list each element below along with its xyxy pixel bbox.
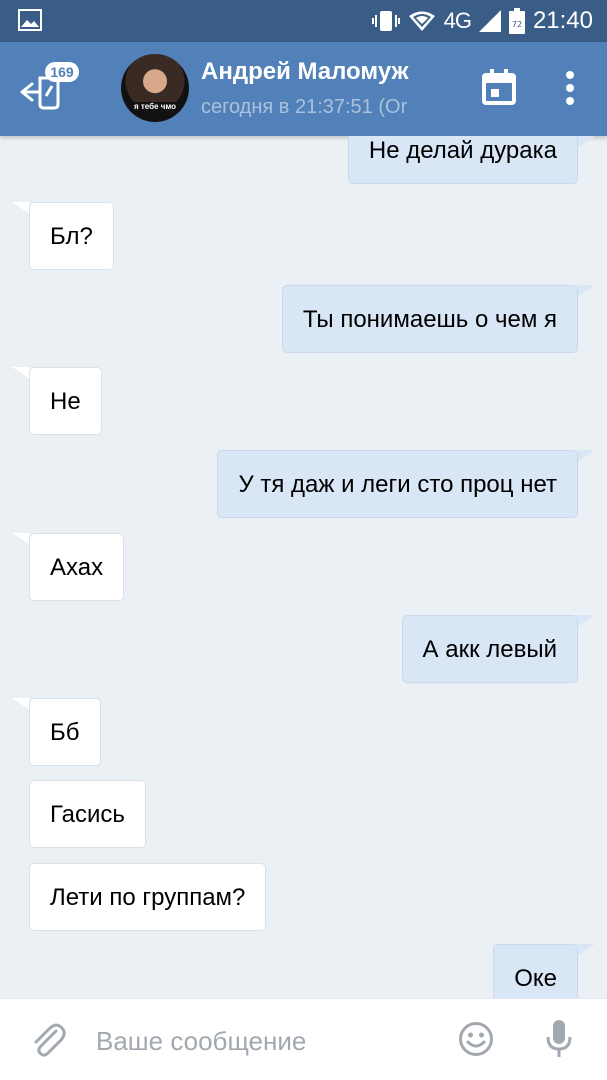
bubble-tail [577, 285, 595, 297]
message-bubble[interactable]: А акк левый [401, 615, 578, 683]
message-bubble[interactable]: Не [29, 367, 102, 435]
bubble-tail [577, 450, 595, 462]
bubble-tail [12, 367, 30, 379]
bubble-tail [577, 615, 595, 627]
message-bubble[interactable]: Ты понимаешь о чем я [281, 285, 578, 353]
message-bubble[interactable]: Не делай дурака [347, 136, 578, 184]
message-list[interactable]: Не делай дурака Бл? Ты понимаешь о чем я… [0, 136, 607, 998]
peer-last-seen: сегодня в 21:37:51 (Or [201, 96, 408, 118]
message-bubble[interactable]: Лети по группам? [29, 863, 267, 931]
unread-badge: 169 [45, 62, 79, 82]
message-bubble[interactable]: Ахах [29, 533, 125, 601]
message-input[interactable] [96, 1021, 436, 1061]
clock: 21:40 [532, 7, 593, 34]
message-bubble[interactable]: Гасись [29, 780, 146, 848]
message-bubble[interactable]: Бб [29, 698, 101, 766]
bubble-tail [577, 944, 595, 956]
battery-icon: 72 [508, 8, 525, 34]
avatar-caption: я тебе чмо [129, 102, 181, 112]
smile-icon[interactable] [458, 1021, 494, 1057]
status-bar: 4G 72 21:40 [0, 0, 607, 42]
message-bubble[interactable]: У тя даж и леги сто проц нет [217, 450, 578, 518]
more-vert-icon[interactable] [558, 70, 582, 106]
bubble-tail [12, 698, 30, 710]
mic-icon[interactable] [546, 1019, 572, 1059]
message-bubble[interactable]: Оке [493, 944, 578, 998]
chat-header: 169 я тебе чмо Андрей Маломуж сегодня в … [0, 42, 607, 136]
avatar[interactable]: я тебе чмо [121, 54, 189, 122]
paperclip-icon[interactable] [30, 1021, 66, 1059]
wifi-icon [408, 11, 435, 31]
back-button[interactable]: 169 [18, 62, 79, 114]
vibrate-icon [371, 11, 400, 31]
peer-name[interactable]: Андрей Маломуж [201, 58, 409, 86]
battery-level: 72 [512, 20, 522, 29]
bubble-tail [12, 533, 30, 545]
network-type: 4G [443, 8, 472, 33]
bubble-tail [12, 202, 30, 214]
message-bubble[interactable]: Бл? [29, 202, 114, 270]
calendar-icon[interactable] [482, 69, 516, 105]
image-icon [18, 9, 42, 31]
composer [0, 998, 607, 1080]
bubble-tail [577, 136, 595, 148]
signal-icon [478, 10, 501, 32]
